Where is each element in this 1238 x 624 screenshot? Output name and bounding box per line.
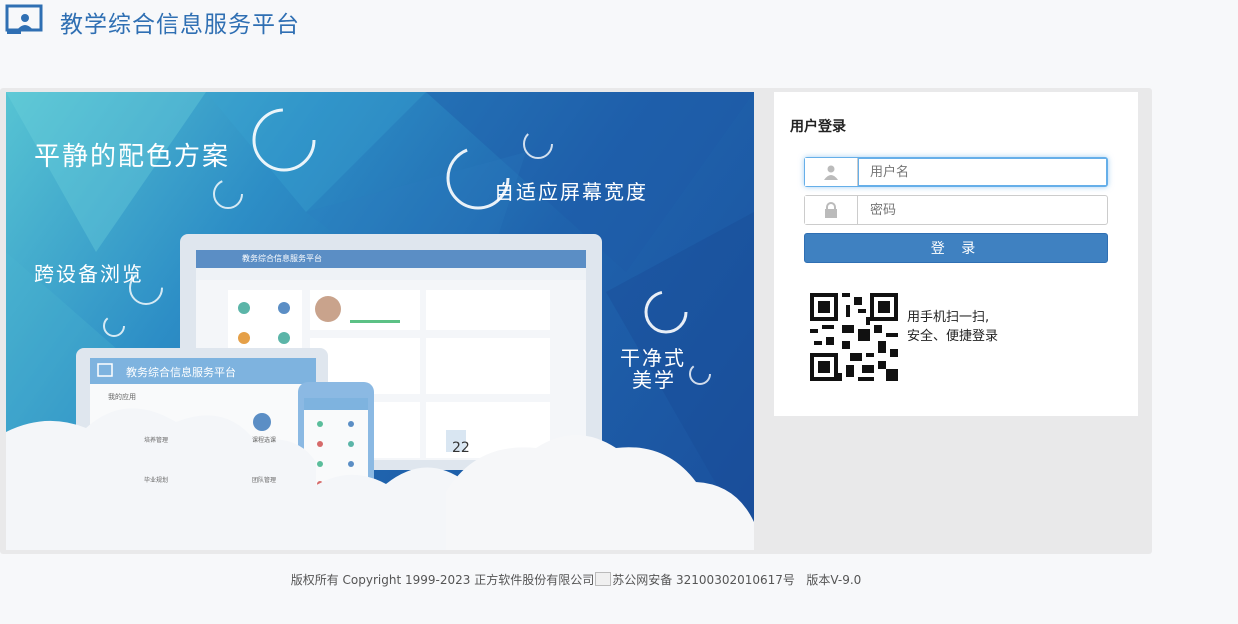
desktop-screen-title: 教务综合信息服务平台 (242, 254, 322, 263)
lock-icon (805, 196, 858, 224)
tablet-app-label: 培养管理 (144, 437, 169, 444)
tablet-section-label: 我的应用 (108, 393, 136, 401)
promo-banner: 22 平静的配色方案 自适应屏幕宽度 跨设备浏览 干净式 美学 教务综合信息服务… (6, 92, 754, 550)
tablet-app-label: 毕业规划 (144, 477, 169, 484)
calendar-day-text: 22 (452, 440, 470, 456)
police-badge-icon (595, 572, 612, 586)
password-field (804, 195, 1108, 225)
login-panel: 用户登录 登 录 (774, 92, 1138, 416)
user-icon (805, 158, 858, 186)
qr-hint: 用手机扫一扫, 安全、便捷登录 (907, 308, 998, 346)
tablet-app-label: 团队管理 (252, 477, 277, 484)
slogan-aesthetics: 美学 (632, 368, 676, 392)
page-header: 教学综合信息服务平台 (0, 0, 1238, 40)
login-title: 用户登录 (790, 119, 846, 135)
copyright-text: 版权所有 Copyright 1999-2023 正方软件股份有限公司 (290, 573, 595, 587)
page-footer: 版权所有 Copyright 1999-2023 正方软件股份有限公司 苏公网安备… (0, 571, 1152, 588)
username-input[interactable] (858, 158, 1107, 186)
slogan-adaptive-width: 自适应屏幕宽度 (494, 180, 648, 204)
qr-hint-line2: 安全、便捷登录 (907, 329, 999, 344)
record-number-link[interactable]: 苏公网安备 32100302010617号 (612, 573, 795, 587)
username-field (804, 157, 1108, 187)
slogan-color-scheme: 平静的配色方案 (34, 142, 231, 172)
qr-code-icon (810, 293, 898, 381)
tablet-app-label: 课程选课 (252, 437, 277, 444)
main-frame: 22 平静的配色方案 自适应屏幕宽度 跨设备浏览 干净式 美学 教务综合信息服务… (0, 88, 1152, 554)
tablet-screen-title: 教务综合信息服务平台 (126, 366, 236, 379)
password-input[interactable] (858, 196, 1107, 224)
login-button[interactable]: 登 录 (804, 233, 1108, 263)
monitor-user-icon (5, 4, 43, 34)
slogan-cross-device: 跨设备浏览 (34, 262, 144, 286)
version-text: 版本V-9.0 (806, 573, 862, 587)
qr-hint-line1: 用手机扫一扫, (907, 310, 990, 325)
site-title: 教学综合信息服务平台 (60, 12, 300, 38)
